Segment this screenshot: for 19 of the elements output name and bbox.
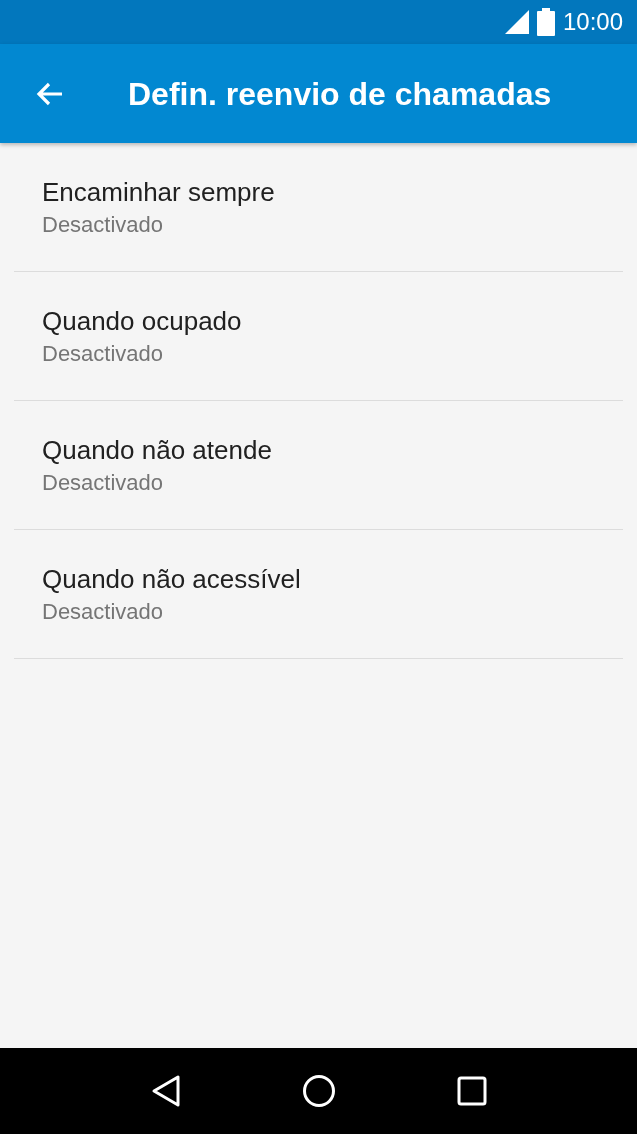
- home-nav-button[interactable]: [302, 1074, 337, 1108]
- item-title: Quando ocupado: [42, 305, 243, 338]
- item-title: Encaminhar sempre: [42, 176, 276, 209]
- screen-title: Defin. reenvio de chamadas: [128, 74, 552, 114]
- settings-item[interactable]: Quando não atende Desactivado: [14, 401, 623, 530]
- item-status: Desactivado: [42, 469, 165, 497]
- settings-item[interactable]: Quando não acessível Desactivado: [14, 530, 623, 659]
- item-title: Quando não acessível: [42, 563, 302, 596]
- clock-time: 10:00: [562, 7, 623, 37]
- back-nav-button[interactable]: [150, 1074, 183, 1108]
- signal-icon: [504, 10, 529, 34]
- item-title: Quando não atende: [42, 434, 273, 467]
- battery-icon: [536, 8, 555, 36]
- item-status: Desactivado: [42, 211, 165, 239]
- item-status: Desactivado: [42, 598, 165, 626]
- recents-nav-button[interactable]: [456, 1076, 487, 1106]
- settings-item[interactable]: Quando ocupado Desactivado: [14, 272, 623, 401]
- settings-item[interactable]: Encaminhar sempre Desactivado: [14, 143, 623, 272]
- item-status: Desactivado: [42, 340, 165, 368]
